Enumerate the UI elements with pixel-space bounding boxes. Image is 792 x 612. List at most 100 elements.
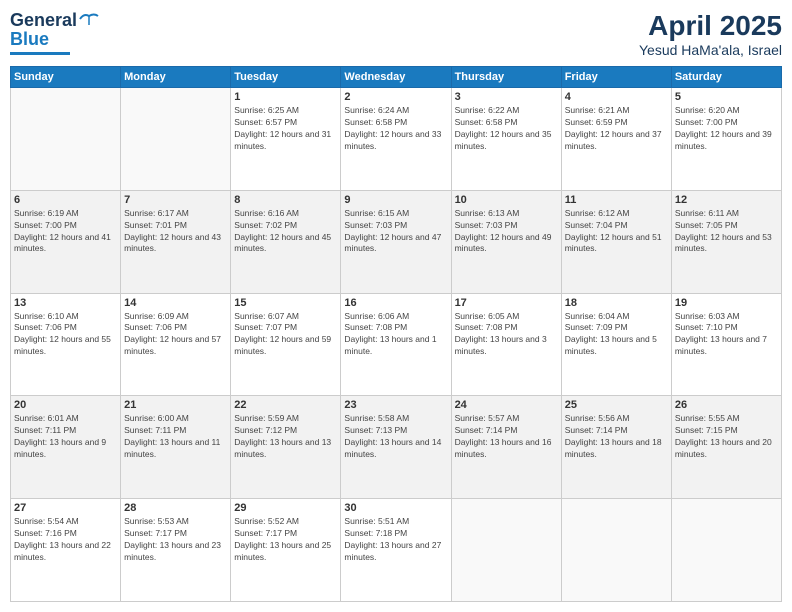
calendar-cell-2-1: 6 Sunrise: 6:19 AMSunset: 7:00 PMDayligh… bbox=[11, 190, 121, 293]
day-info: Sunrise: 6:22 AMSunset: 6:58 PMDaylight:… bbox=[455, 105, 558, 153]
day-info: Sunrise: 6:01 AMSunset: 7:11 PMDaylight:… bbox=[14, 413, 117, 461]
logo-bird-icon bbox=[78, 11, 100, 27]
calendar-cell-1-1 bbox=[11, 88, 121, 191]
day-number: 6 bbox=[14, 194, 117, 206]
day-number: 26 bbox=[675, 399, 778, 411]
calendar-cell-4-7: 26 Sunrise: 5:55 AMSunset: 7:15 PMDaylig… bbox=[671, 396, 781, 499]
calendar-cell-2-2: 7 Sunrise: 6:17 AMSunset: 7:01 PMDayligh… bbox=[121, 190, 231, 293]
calendar-cell-2-7: 12 Sunrise: 6:11 AMSunset: 7:05 PMDaylig… bbox=[671, 190, 781, 293]
calendar-cell-5-3: 29 Sunrise: 5:52 AMSunset: 7:17 PMDaylig… bbox=[231, 499, 341, 602]
calendar-cell-4-2: 21 Sunrise: 6:00 AMSunset: 7:11 PMDaylig… bbox=[121, 396, 231, 499]
logo-general: General bbox=[10, 10, 77, 31]
day-number: 8 bbox=[234, 194, 337, 206]
calendar-week-5: 27 Sunrise: 5:54 AMSunset: 7:16 PMDaylig… bbox=[11, 499, 782, 602]
logo: General Blue bbox=[10, 10, 100, 55]
day-number: 3 bbox=[455, 91, 558, 103]
calendar-week-1: 1 Sunrise: 6:25 AMSunset: 6:57 PMDayligh… bbox=[11, 88, 782, 191]
day-info: Sunrise: 5:56 AMSunset: 7:14 PMDaylight:… bbox=[565, 413, 668, 461]
calendar-cell-3-6: 18 Sunrise: 6:04 AMSunset: 7:09 PMDaylig… bbox=[561, 293, 671, 396]
calendar-cell-2-3: 8 Sunrise: 6:16 AMSunset: 7:02 PMDayligh… bbox=[231, 190, 341, 293]
day-info: Sunrise: 6:24 AMSunset: 6:58 PMDaylight:… bbox=[344, 105, 447, 153]
day-info: Sunrise: 6:11 AMSunset: 7:05 PMDaylight:… bbox=[675, 208, 778, 256]
calendar-cell-4-1: 20 Sunrise: 6:01 AMSunset: 7:11 PMDaylig… bbox=[11, 396, 121, 499]
day-info: Sunrise: 6:16 AMSunset: 7:02 PMDaylight:… bbox=[234, 208, 337, 256]
day-number: 7 bbox=[124, 194, 227, 206]
day-number: 10 bbox=[455, 194, 558, 206]
calendar-cell-4-5: 24 Sunrise: 5:57 AMSunset: 7:14 PMDaylig… bbox=[451, 396, 561, 499]
title-block: April 2025 Yesud HaMa'ala, Israel bbox=[639, 10, 782, 58]
calendar-cell-5-6 bbox=[561, 499, 671, 602]
day-info: Sunrise: 5:54 AMSunset: 7:16 PMDaylight:… bbox=[14, 516, 117, 564]
header-wednesday: Wednesday bbox=[341, 67, 451, 88]
header-monday: Monday bbox=[121, 67, 231, 88]
day-info: Sunrise: 6:04 AMSunset: 7:09 PMDaylight:… bbox=[565, 311, 668, 359]
day-info: Sunrise: 6:00 AMSunset: 7:11 PMDaylight:… bbox=[124, 413, 227, 461]
day-number: 5 bbox=[675, 91, 778, 103]
day-number: 20 bbox=[14, 399, 117, 411]
day-number: 12 bbox=[675, 194, 778, 206]
calendar-cell-4-4: 23 Sunrise: 5:58 AMSunset: 7:13 PMDaylig… bbox=[341, 396, 451, 499]
calendar-week-2: 6 Sunrise: 6:19 AMSunset: 7:00 PMDayligh… bbox=[11, 190, 782, 293]
day-number: 21 bbox=[124, 399, 227, 411]
logo-blue: Blue bbox=[10, 29, 49, 50]
day-info: Sunrise: 5:58 AMSunset: 7:13 PMDaylight:… bbox=[344, 413, 447, 461]
day-info: Sunrise: 5:53 AMSunset: 7:17 PMDaylight:… bbox=[124, 516, 227, 564]
calendar-week-4: 20 Sunrise: 6:01 AMSunset: 7:11 PMDaylig… bbox=[11, 396, 782, 499]
logo-underline bbox=[10, 52, 70, 55]
calendar-cell-1-2 bbox=[121, 88, 231, 191]
location-title: Yesud HaMa'ala, Israel bbox=[639, 42, 782, 58]
day-number: 19 bbox=[675, 297, 778, 309]
calendar-cell-3-2: 14 Sunrise: 6:09 AMSunset: 7:06 PMDaylig… bbox=[121, 293, 231, 396]
day-info: Sunrise: 6:20 AMSunset: 7:00 PMDaylight:… bbox=[675, 105, 778, 153]
day-info: Sunrise: 6:21 AMSunset: 6:59 PMDaylight:… bbox=[565, 105, 668, 153]
month-title: April 2025 bbox=[639, 10, 782, 42]
day-number: 23 bbox=[344, 399, 447, 411]
page: General Blue April 2025 Yesud HaMa'ala, … bbox=[0, 0, 792, 612]
calendar-cell-5-5 bbox=[451, 499, 561, 602]
day-info: Sunrise: 6:05 AMSunset: 7:08 PMDaylight:… bbox=[455, 311, 558, 359]
calendar-cell-5-4: 30 Sunrise: 5:51 AMSunset: 7:18 PMDaylig… bbox=[341, 499, 451, 602]
day-info: Sunrise: 6:15 AMSunset: 7:03 PMDaylight:… bbox=[344, 208, 447, 256]
header-friday: Friday bbox=[561, 67, 671, 88]
calendar-cell-5-1: 27 Sunrise: 5:54 AMSunset: 7:16 PMDaylig… bbox=[11, 499, 121, 602]
day-info: Sunrise: 6:13 AMSunset: 7:03 PMDaylight:… bbox=[455, 208, 558, 256]
calendar-week-3: 13 Sunrise: 6:10 AMSunset: 7:06 PMDaylig… bbox=[11, 293, 782, 396]
calendar-cell-3-7: 19 Sunrise: 6:03 AMSunset: 7:10 PMDaylig… bbox=[671, 293, 781, 396]
day-number: 9 bbox=[344, 194, 447, 206]
header-thursday: Thursday bbox=[451, 67, 561, 88]
day-number: 28 bbox=[124, 502, 227, 514]
day-info: Sunrise: 6:10 AMSunset: 7:06 PMDaylight:… bbox=[14, 311, 117, 359]
day-number: 27 bbox=[14, 502, 117, 514]
day-number: 29 bbox=[234, 502, 337, 514]
calendar-cell-4-3: 22 Sunrise: 5:59 AMSunset: 7:12 PMDaylig… bbox=[231, 396, 341, 499]
calendar-table: Sunday Monday Tuesday Wednesday Thursday… bbox=[10, 66, 782, 602]
day-info: Sunrise: 6:12 AMSunset: 7:04 PMDaylight:… bbox=[565, 208, 668, 256]
calendar-cell-2-4: 9 Sunrise: 6:15 AMSunset: 7:03 PMDayligh… bbox=[341, 190, 451, 293]
calendar-cell-1-7: 5 Sunrise: 6:20 AMSunset: 7:00 PMDayligh… bbox=[671, 88, 781, 191]
calendar-cell-2-6: 11 Sunrise: 6:12 AMSunset: 7:04 PMDaylig… bbox=[561, 190, 671, 293]
calendar-cell-3-3: 15 Sunrise: 6:07 AMSunset: 7:07 PMDaylig… bbox=[231, 293, 341, 396]
day-number: 24 bbox=[455, 399, 558, 411]
day-number: 30 bbox=[344, 502, 447, 514]
day-number: 13 bbox=[14, 297, 117, 309]
day-info: Sunrise: 6:07 AMSunset: 7:07 PMDaylight:… bbox=[234, 311, 337, 359]
day-number: 2 bbox=[344, 91, 447, 103]
day-info: Sunrise: 5:52 AMSunset: 7:17 PMDaylight:… bbox=[234, 516, 337, 564]
header-tuesday: Tuesday bbox=[231, 67, 341, 88]
day-info: Sunrise: 5:55 AMSunset: 7:15 PMDaylight:… bbox=[675, 413, 778, 461]
calendar-cell-3-5: 17 Sunrise: 6:05 AMSunset: 7:08 PMDaylig… bbox=[451, 293, 561, 396]
weekday-header-row: Sunday Monday Tuesday Wednesday Thursday… bbox=[11, 67, 782, 88]
day-info: Sunrise: 5:51 AMSunset: 7:18 PMDaylight:… bbox=[344, 516, 447, 564]
calendar-cell-1-5: 3 Sunrise: 6:22 AMSunset: 6:58 PMDayligh… bbox=[451, 88, 561, 191]
day-info: Sunrise: 6:19 AMSunset: 7:00 PMDaylight:… bbox=[14, 208, 117, 256]
day-info: Sunrise: 5:57 AMSunset: 7:14 PMDaylight:… bbox=[455, 413, 558, 461]
day-number: 15 bbox=[234, 297, 337, 309]
header-sunday: Sunday bbox=[11, 67, 121, 88]
day-number: 1 bbox=[234, 91, 337, 103]
day-number: 18 bbox=[565, 297, 668, 309]
day-info: Sunrise: 6:06 AMSunset: 7:08 PMDaylight:… bbox=[344, 311, 447, 359]
calendar-cell-5-7 bbox=[671, 499, 781, 602]
calendar-cell-3-4: 16 Sunrise: 6:06 AMSunset: 7:08 PMDaylig… bbox=[341, 293, 451, 396]
calendar-cell-4-6: 25 Sunrise: 5:56 AMSunset: 7:14 PMDaylig… bbox=[561, 396, 671, 499]
calendar-cell-1-4: 2 Sunrise: 6:24 AMSunset: 6:58 PMDayligh… bbox=[341, 88, 451, 191]
